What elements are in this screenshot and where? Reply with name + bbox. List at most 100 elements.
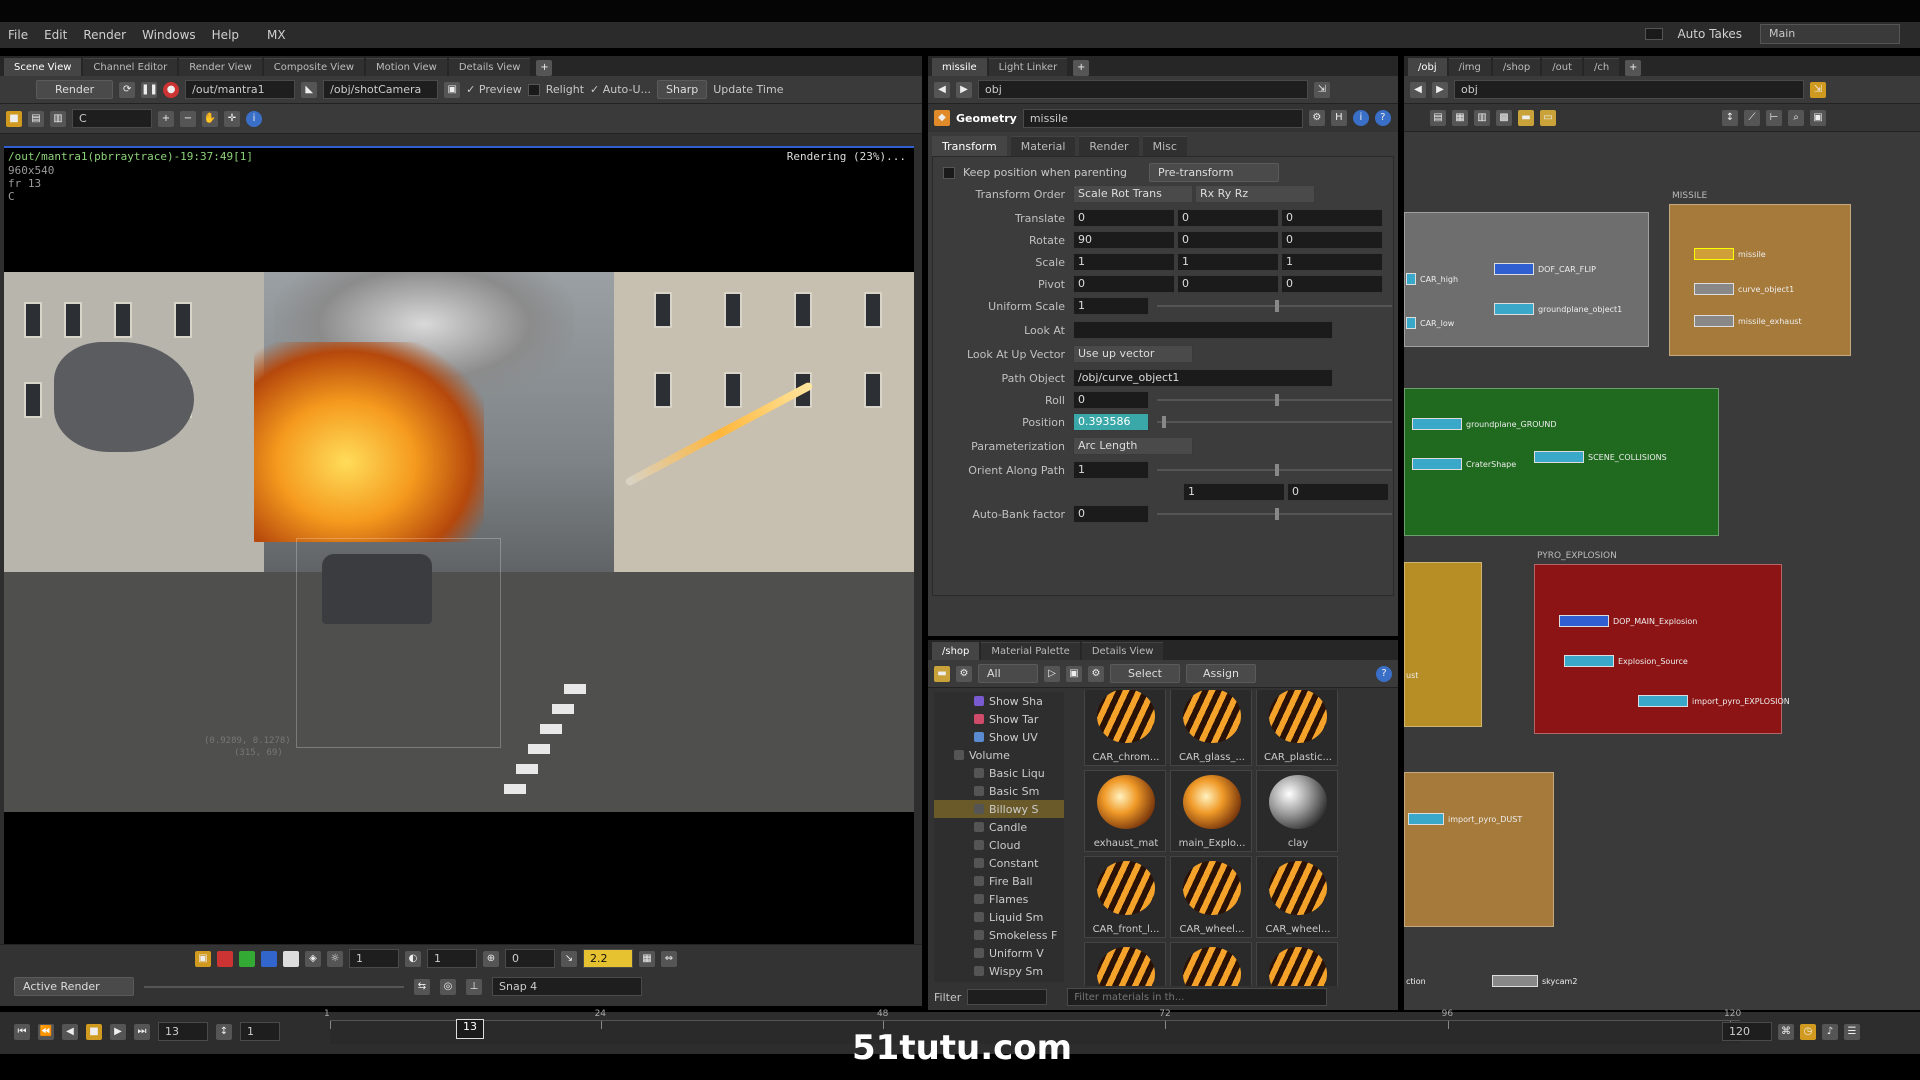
camera-path-field[interactable]: /obj/shotCamera xyxy=(323,80,439,99)
tab-shop[interactable]: /shop xyxy=(1492,58,1541,76)
network-canvas[interactable]: MISSILE PYRO_EXPLOSION CAR_high CAR_low … xyxy=(1404,132,1920,1010)
param-value-field[interactable]: Arc Length xyxy=(1073,437,1193,455)
tab-motion-view[interactable]: Motion View xyxy=(366,58,447,76)
node-car-low[interactable]: CAR_low xyxy=(1406,316,1454,330)
material-thumbnail[interactable] xyxy=(1170,942,1252,986)
tree-item[interactable]: Show Tar xyxy=(934,710,1038,728)
node-curve-object1[interactable]: curve_object1 xyxy=(1694,282,1794,296)
pan-icon[interactable]: ✋ xyxy=(202,110,218,127)
tab-obj[interactable]: /obj xyxy=(1408,58,1447,76)
tile-view-icon[interactable]: ▦ xyxy=(1452,109,1468,126)
lut-icon[interactable]: ◈ xyxy=(305,950,321,967)
refresh-icon[interactable]: ⟳ xyxy=(119,81,136,98)
auto-takes[interactable]: Auto Takes xyxy=(1645,27,1750,41)
tab-channel-editor[interactable]: Channel Editor xyxy=(83,58,178,76)
forward-icon[interactable]: ▶ xyxy=(956,81,972,98)
list-view-icon[interactable]: ▤ xyxy=(1430,109,1446,126)
param-value-field[interactable]: 0 xyxy=(1073,209,1175,227)
param-value-field[interactable]: 90 xyxy=(1073,231,1175,249)
pyro-explosion-netbox[interactable]: PYRO_EXPLOSION xyxy=(1534,551,1782,734)
settings-icon[interactable]: ⚙ xyxy=(956,665,972,682)
render-button[interactable]: Render xyxy=(36,80,114,99)
current-frame-field[interactable]: 13 xyxy=(158,1022,208,1041)
alpha-channel-icon[interactable] xyxy=(283,950,299,967)
info-icon[interactable]: i xyxy=(1352,110,1369,126)
take-selector[interactable]: Main xyxy=(1760,24,1900,44)
param-slider[interactable] xyxy=(1157,300,1392,312)
view-mode-icon[interactable]: ■ xyxy=(6,110,22,127)
jump-start-icon[interactable]: ⏮ xyxy=(14,1023,30,1040)
netbox-icon[interactable]: ▭ xyxy=(1540,109,1556,126)
tree-item[interactable]: Candle xyxy=(934,818,1027,836)
slider-knob[interactable] xyxy=(1274,464,1279,476)
global-anim-icon[interactable]: ☰ xyxy=(1844,1023,1860,1040)
step-back-icon[interactable]: ⏪ xyxy=(38,1023,54,1040)
tree-item[interactable]: Cloud xyxy=(934,836,1020,854)
param-value-field[interactable]: 0 xyxy=(1287,483,1389,501)
red-channel-icon[interactable] xyxy=(217,950,233,967)
keep-position-checkbox[interactable] xyxy=(943,166,955,179)
param-value-field[interactable]: 1 xyxy=(1073,461,1149,479)
network-path-field[interactable]: obj xyxy=(978,80,1308,99)
material-grid[interactable]: CAR_chrom... CAR_glass_... CAR_plastic... e… xyxy=(1084,690,1344,986)
rop-path-field[interactable]: /out/mantra1 xyxy=(185,80,296,99)
param-slider[interactable] xyxy=(1157,464,1392,476)
add-tab-icon[interactable]: + xyxy=(1625,60,1642,76)
material-thumbnail[interactable]: main_Explo... xyxy=(1170,770,1252,852)
play-icon[interactable]: ▶ xyxy=(110,1023,126,1040)
end-frame-field[interactable]: 120 xyxy=(1722,1022,1772,1041)
tab-details-view[interactable]: Details View xyxy=(448,58,531,76)
slider-knob[interactable] xyxy=(1274,300,1279,312)
param-value-field[interactable]: 1 xyxy=(1073,297,1149,315)
snap-field[interactable]: Snap 4 xyxy=(492,977,642,996)
menu-help[interactable]: Help xyxy=(204,28,247,42)
update-time-label[interactable]: Update Time xyxy=(713,83,783,96)
gamma-field[interactable]: 2.2 xyxy=(583,949,633,968)
help-icon[interactable]: ? xyxy=(1374,110,1391,126)
relight-checkbox[interactable] xyxy=(527,83,540,96)
audio-icon[interactable]: ♪ xyxy=(1822,1023,1838,1040)
view-icon[interactable]: ▣ xyxy=(1066,665,1082,682)
menu-render[interactable]: Render xyxy=(75,28,134,42)
pre-transform-dropdown[interactable]: Pre-transform xyxy=(1149,163,1280,182)
all-dropdown[interactable]: All xyxy=(978,664,1038,683)
back-icon[interactable]: ◀ xyxy=(934,81,950,98)
node-crater-shape[interactable]: CraterShape xyxy=(1412,457,1516,471)
realtime-icon[interactable]: ◷ xyxy=(1800,1023,1816,1040)
tab-scene-view[interactable]: Scene View xyxy=(4,58,82,76)
pause-icon[interactable]: ❚❚ xyxy=(141,81,158,98)
node-import-pyro-dust[interactable]: import_pyro_DUST xyxy=(1408,812,1522,826)
node-groundplane-object1[interactable]: groundplane_object1 xyxy=(1494,302,1622,316)
help-icon[interactable]: ? xyxy=(1376,665,1392,682)
tab-light-linker[interactable]: Light Linker xyxy=(988,58,1068,76)
gear-icon[interactable]: ⚙ xyxy=(1308,110,1325,126)
layout-icon[interactable]: ▩ xyxy=(1496,109,1512,126)
frame-step-icon[interactable]: ↕ xyxy=(216,1023,232,1040)
missile-netbox[interactable]: MISSILE xyxy=(1669,191,1851,356)
tab-composite-view[interactable]: Composite View xyxy=(263,58,365,76)
compare-mode-icon[interactable]: ⇔ xyxy=(661,950,677,967)
tree-icon[interactable]: ⊢ xyxy=(1766,109,1782,126)
param-slider[interactable] xyxy=(1157,508,1392,520)
tree-item[interactable]: Volume xyxy=(934,746,1010,764)
camera-icon[interactable]: ◣ xyxy=(301,81,318,98)
node-explosion-source[interactable]: Explosion_Source xyxy=(1564,654,1688,668)
back-icon[interactable]: ◀ xyxy=(1410,81,1426,98)
tab-misc[interactable]: Misc xyxy=(1142,136,1187,156)
pyro-dust-netbox[interactable] xyxy=(1404,772,1554,927)
blue-channel-icon[interactable] xyxy=(261,950,277,967)
crosshair-icon[interactable]: ✛ xyxy=(224,110,240,127)
snapshot-icon[interactable]: ▣ xyxy=(444,81,461,98)
node-ust-label[interactable]: ust xyxy=(1406,668,1418,682)
exposure-field[interactable]: 1 xyxy=(349,949,399,968)
tab-shop[interactable]: /shop xyxy=(932,642,980,660)
zoom-in-icon[interactable]: + xyxy=(158,110,174,127)
stop-icon[interactable]: ● xyxy=(163,81,180,98)
param-slider[interactable] xyxy=(1157,394,1392,406)
param-value-field[interactable]: 1 xyxy=(1281,253,1383,271)
node-skycam2[interactable]: skycam2 xyxy=(1492,974,1577,988)
tree-item[interactable]: Fire Ball xyxy=(934,872,1033,890)
note-icon[interactable]: ▬ xyxy=(1518,109,1534,126)
node-ction-label[interactable]: ction xyxy=(1406,974,1426,988)
material-thumbnail[interactable]: CAR_chrom... xyxy=(1084,690,1166,766)
